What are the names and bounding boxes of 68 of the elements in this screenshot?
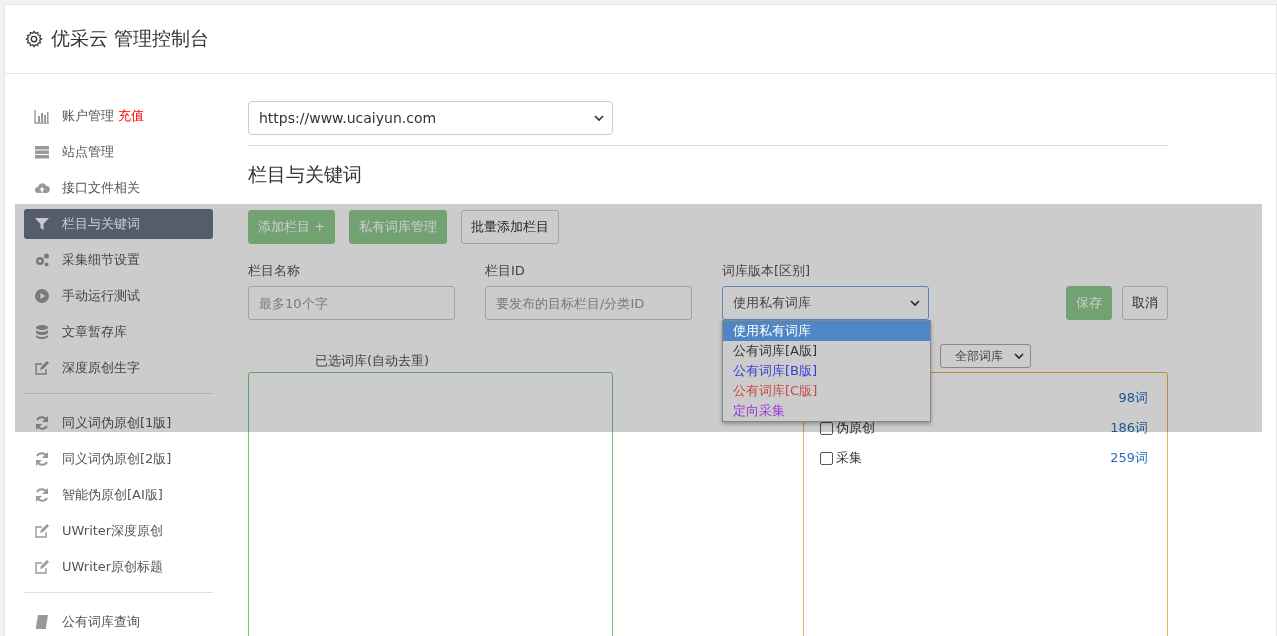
bar-chart-icon <box>34 108 50 124</box>
sidebar-item[interactable]: 栏目与关键词 <box>24 209 213 239</box>
dropdown-option[interactable]: 定向采集 <box>723 401 930 421</box>
edit-icon <box>34 559 50 575</box>
sidebar-item[interactable]: 采集细节设置 <box>24 245 213 275</box>
edit-icon <box>34 360 50 376</box>
refresh-icon <box>34 415 50 431</box>
panel-title: 已选词库(自动去重) <box>314 352 430 370</box>
text-field[interactable]: 最多10个字 <box>248 286 455 320</box>
dropdown-option[interactable]: 使用私有词库 <box>723 321 930 341</box>
sidebar-item-label: 文章暂存库 <box>62 323 127 341</box>
sidebar-item[interactable]: 同义词伪原创[1版] <box>24 408 213 438</box>
sidebar-item-label: 采集细节设置 <box>62 251 140 269</box>
section-title: 栏目与关键词 <box>248 162 363 187</box>
sidebar-item[interactable]: 站点管理 <box>24 137 213 167</box>
sidebar-item-label: 同义词伪原创[2版] <box>62 450 172 468</box>
sidebar-item[interactable]: 账户管理 充值 <box>24 101 213 131</box>
refresh-icon <box>34 487 50 503</box>
word-count: 186词 <box>1110 419 1148 437</box>
sidebar-item[interactable]: 同义词伪原创[2版] <box>24 444 213 474</box>
sidebar-item-label: 智能伪原创[AI版] <box>62 486 163 504</box>
library-filter-select[interactable]: 全部词库 <box>940 344 1031 368</box>
sidebar-item-label: 栏目与关键词 <box>62 215 140 233</box>
caret-icon <box>1014 351 1024 361</box>
play-icon <box>34 288 50 304</box>
field-label: 词库版本[区别] <box>722 262 812 280</box>
sidebar-item[interactable]: 智能伪原创[AI版] <box>24 480 213 510</box>
field-label: 栏目名称 <box>248 262 301 280</box>
sidebar-item-label: 接口文件相关 <box>62 179 140 197</box>
version-select[interactable]: 使用私有词库 <box>722 286 929 320</box>
library-name: 伪原创 <box>836 419 875 437</box>
caret-icon <box>594 113 604 123</box>
word-count: 98词 <box>1118 389 1148 407</box>
toolbar-button[interactable]: 批量添加栏目 <box>461 210 560 244</box>
edit-icon <box>34 523 50 539</box>
sidebar-item-label: 账户管理 充值 <box>62 107 144 125</box>
sidebar-item[interactable]: 公有词库查询 <box>24 607 213 636</box>
dropdown-option[interactable]: 公有词库[A版] <box>723 341 930 361</box>
cloud-upload-icon <box>34 180 50 196</box>
sidebar-item[interactable]: 文章暂存库 <box>24 317 213 347</box>
sidebar-item-label: 深度原创生字 <box>62 359 140 377</box>
app-title: 优采云 管理控制台 <box>51 26 210 51</box>
sidebar-item-label: 公有词库查询 <box>62 613 140 631</box>
sidebar-item-label: 手动运行测试 <box>62 287 140 305</box>
filter-icon <box>34 216 50 232</box>
sidebar-item-label: UWriter深度原创 <box>62 522 164 540</box>
settings-icon <box>25 30 43 48</box>
server-icon <box>34 144 50 160</box>
sidebar-item-label: 同义词伪原创[1版] <box>62 414 172 432</box>
sidebar-item[interactable]: 深度原创生字 <box>24 353 213 383</box>
field-label: 栏目ID <box>485 262 526 280</box>
cancel-button[interactable]: 取消 <box>1122 286 1168 320</box>
text-field[interactable]: 要发布的目标栏目/分类ID <box>485 286 692 320</box>
sidebar-item[interactable]: 接口文件相关 <box>24 173 213 203</box>
sidebar-item-label: 站点管理 <box>62 143 114 161</box>
caret-icon <box>910 298 920 308</box>
sidebar-item[interactable]: UWriter深度原创 <box>24 516 213 546</box>
sidebar-item-label: UWriter原创标题 <box>62 558 164 576</box>
dropdown-option[interactable]: 公有词库[B版] <box>723 361 930 381</box>
sidebar-item[interactable]: 手动运行测试 <box>24 281 213 311</box>
word-count: 259词 <box>1110 449 1148 467</box>
sidebar-item[interactable]: UWriter原创标题 <box>24 552 213 582</box>
library-name: 采集 <box>836 449 862 467</box>
database-icon <box>34 324 50 340</box>
checkbox[interactable] <box>820 451 833 465</box>
site-select[interactable]: https://www.ucaiyun.com <box>248 101 613 135</box>
checkbox[interactable] <box>820 421 833 435</box>
refresh-icon <box>34 451 50 467</box>
